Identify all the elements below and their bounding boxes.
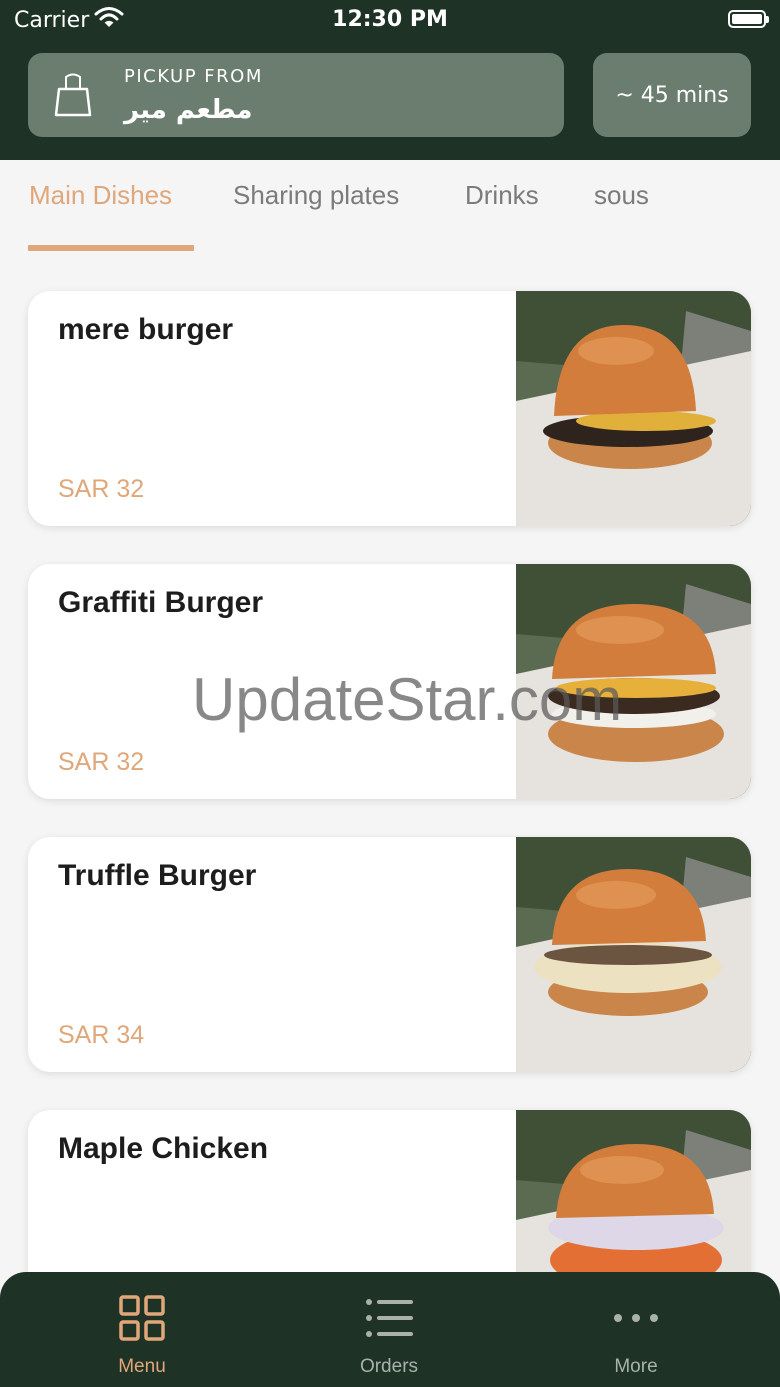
dish-card-mere-burger[interactable]: mere burger SAR 32 — [28, 291, 751, 526]
pickup-from-label: PICKUP FROM — [124, 66, 263, 87]
nav-label-orders: Orders — [359, 1356, 419, 1377]
tab-sharing-plates[interactable]: Sharing plates — [233, 180, 399, 211]
shopping-bag-icon — [54, 71, 92, 121]
battery-icon — [728, 10, 769, 28]
dish-name: mere burger — [58, 313, 234, 346]
restaurant-name: مطعم مير — [124, 95, 253, 125]
eta-badge[interactable]: ~ 45 mins — [593, 53, 751, 137]
tab-main-dishes[interactable]: Main Dishes — [29, 180, 172, 211]
dish-price: SAR 32 — [58, 475, 145, 503]
active-tab-indicator — [28, 245, 194, 251]
list-icon — [366, 1299, 413, 1337]
pickup-location-selector[interactable]: PICKUP FROM مطعم مير — [28, 53, 564, 137]
nav-label-menu: Menu — [118, 1356, 166, 1377]
dish-price: SAR 34 — [58, 1021, 145, 1049]
bottom-nav: Menu Orders More — [0, 1272, 780, 1387]
eta-text: ~ 45 mins — [615, 82, 729, 108]
dish-photo — [516, 291, 751, 526]
tab-sous[interactable]: sous — [594, 180, 649, 211]
dish-name: Graffiti Burger — [58, 586, 264, 619]
more-dots-icon — [614, 1314, 658, 1322]
tab-drinks[interactable]: Drinks — [465, 180, 539, 211]
category-tabs: Main Dishes Sharing plates Drinks sous — [0, 160, 780, 252]
dish-photo — [516, 837, 751, 1072]
dish-photo — [516, 564, 751, 799]
dish-name: Maple Chicken — [58, 1132, 269, 1165]
dish-price: SAR 32 — [58, 748, 145, 776]
dish-card-graffiti-burger[interactable]: Graffiti Burger SAR 32 — [28, 564, 751, 799]
app-header: Carrier 12:30 PM PICKUP FROM مطعم مير ~ … — [0, 0, 780, 160]
clock: 12:30 PM — [332, 7, 448, 32]
nav-menu[interactable]: Menu — [62, 1272, 222, 1387]
nav-label-more: More — [614, 1356, 658, 1377]
dish-card-truffle-burger[interactable]: Truffle Burger SAR 34 — [28, 837, 751, 1072]
dish-name: Truffle Burger — [58, 859, 257, 892]
nav-orders[interactable]: Orders — [309, 1272, 469, 1387]
grid-icon — [119, 1295, 165, 1341]
nav-more[interactable]: More — [556, 1272, 716, 1387]
status-bar: Carrier 12:30 PM — [0, 0, 780, 40]
